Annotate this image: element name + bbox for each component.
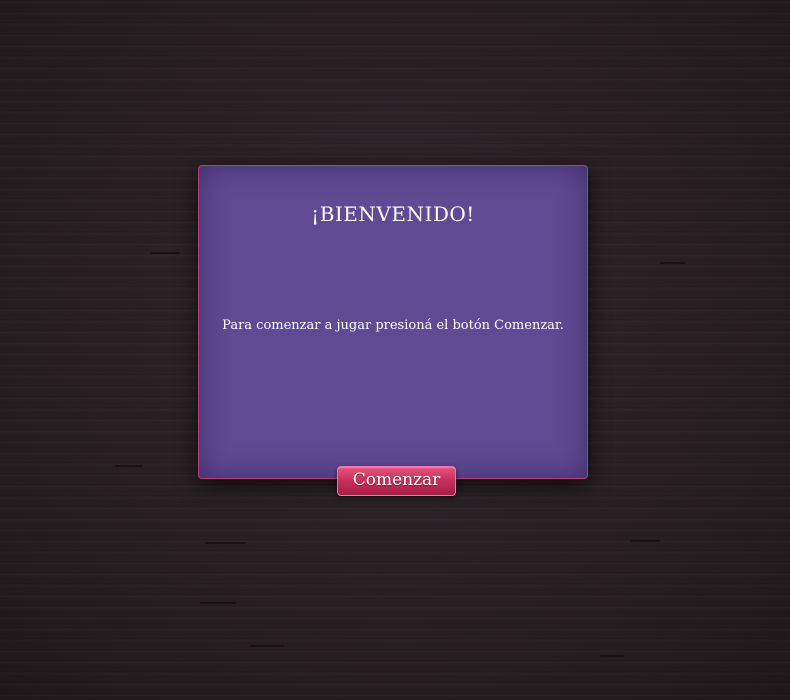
start-button[interactable]: Comenzar [337,466,456,496]
wood-grain [600,655,624,657]
wood-grain [660,262,686,264]
welcome-title: ¡BIENVENIDO! [311,202,475,226]
welcome-message: Para comenzar a jugar presioná el botón … [222,318,564,333]
welcome-dialog: ¡BIENVENIDO! Para comenzar a jugar presi… [198,165,588,479]
wood-grain [630,540,660,542]
game-screen: { "dialog": { "title": "¡BIENVENIDO!", "… [0,0,790,700]
wood-grain [205,542,245,544]
wood-grain [115,465,143,467]
wood-grain [250,645,284,647]
wood-grain [200,602,236,604]
wood-grain [150,252,180,254]
